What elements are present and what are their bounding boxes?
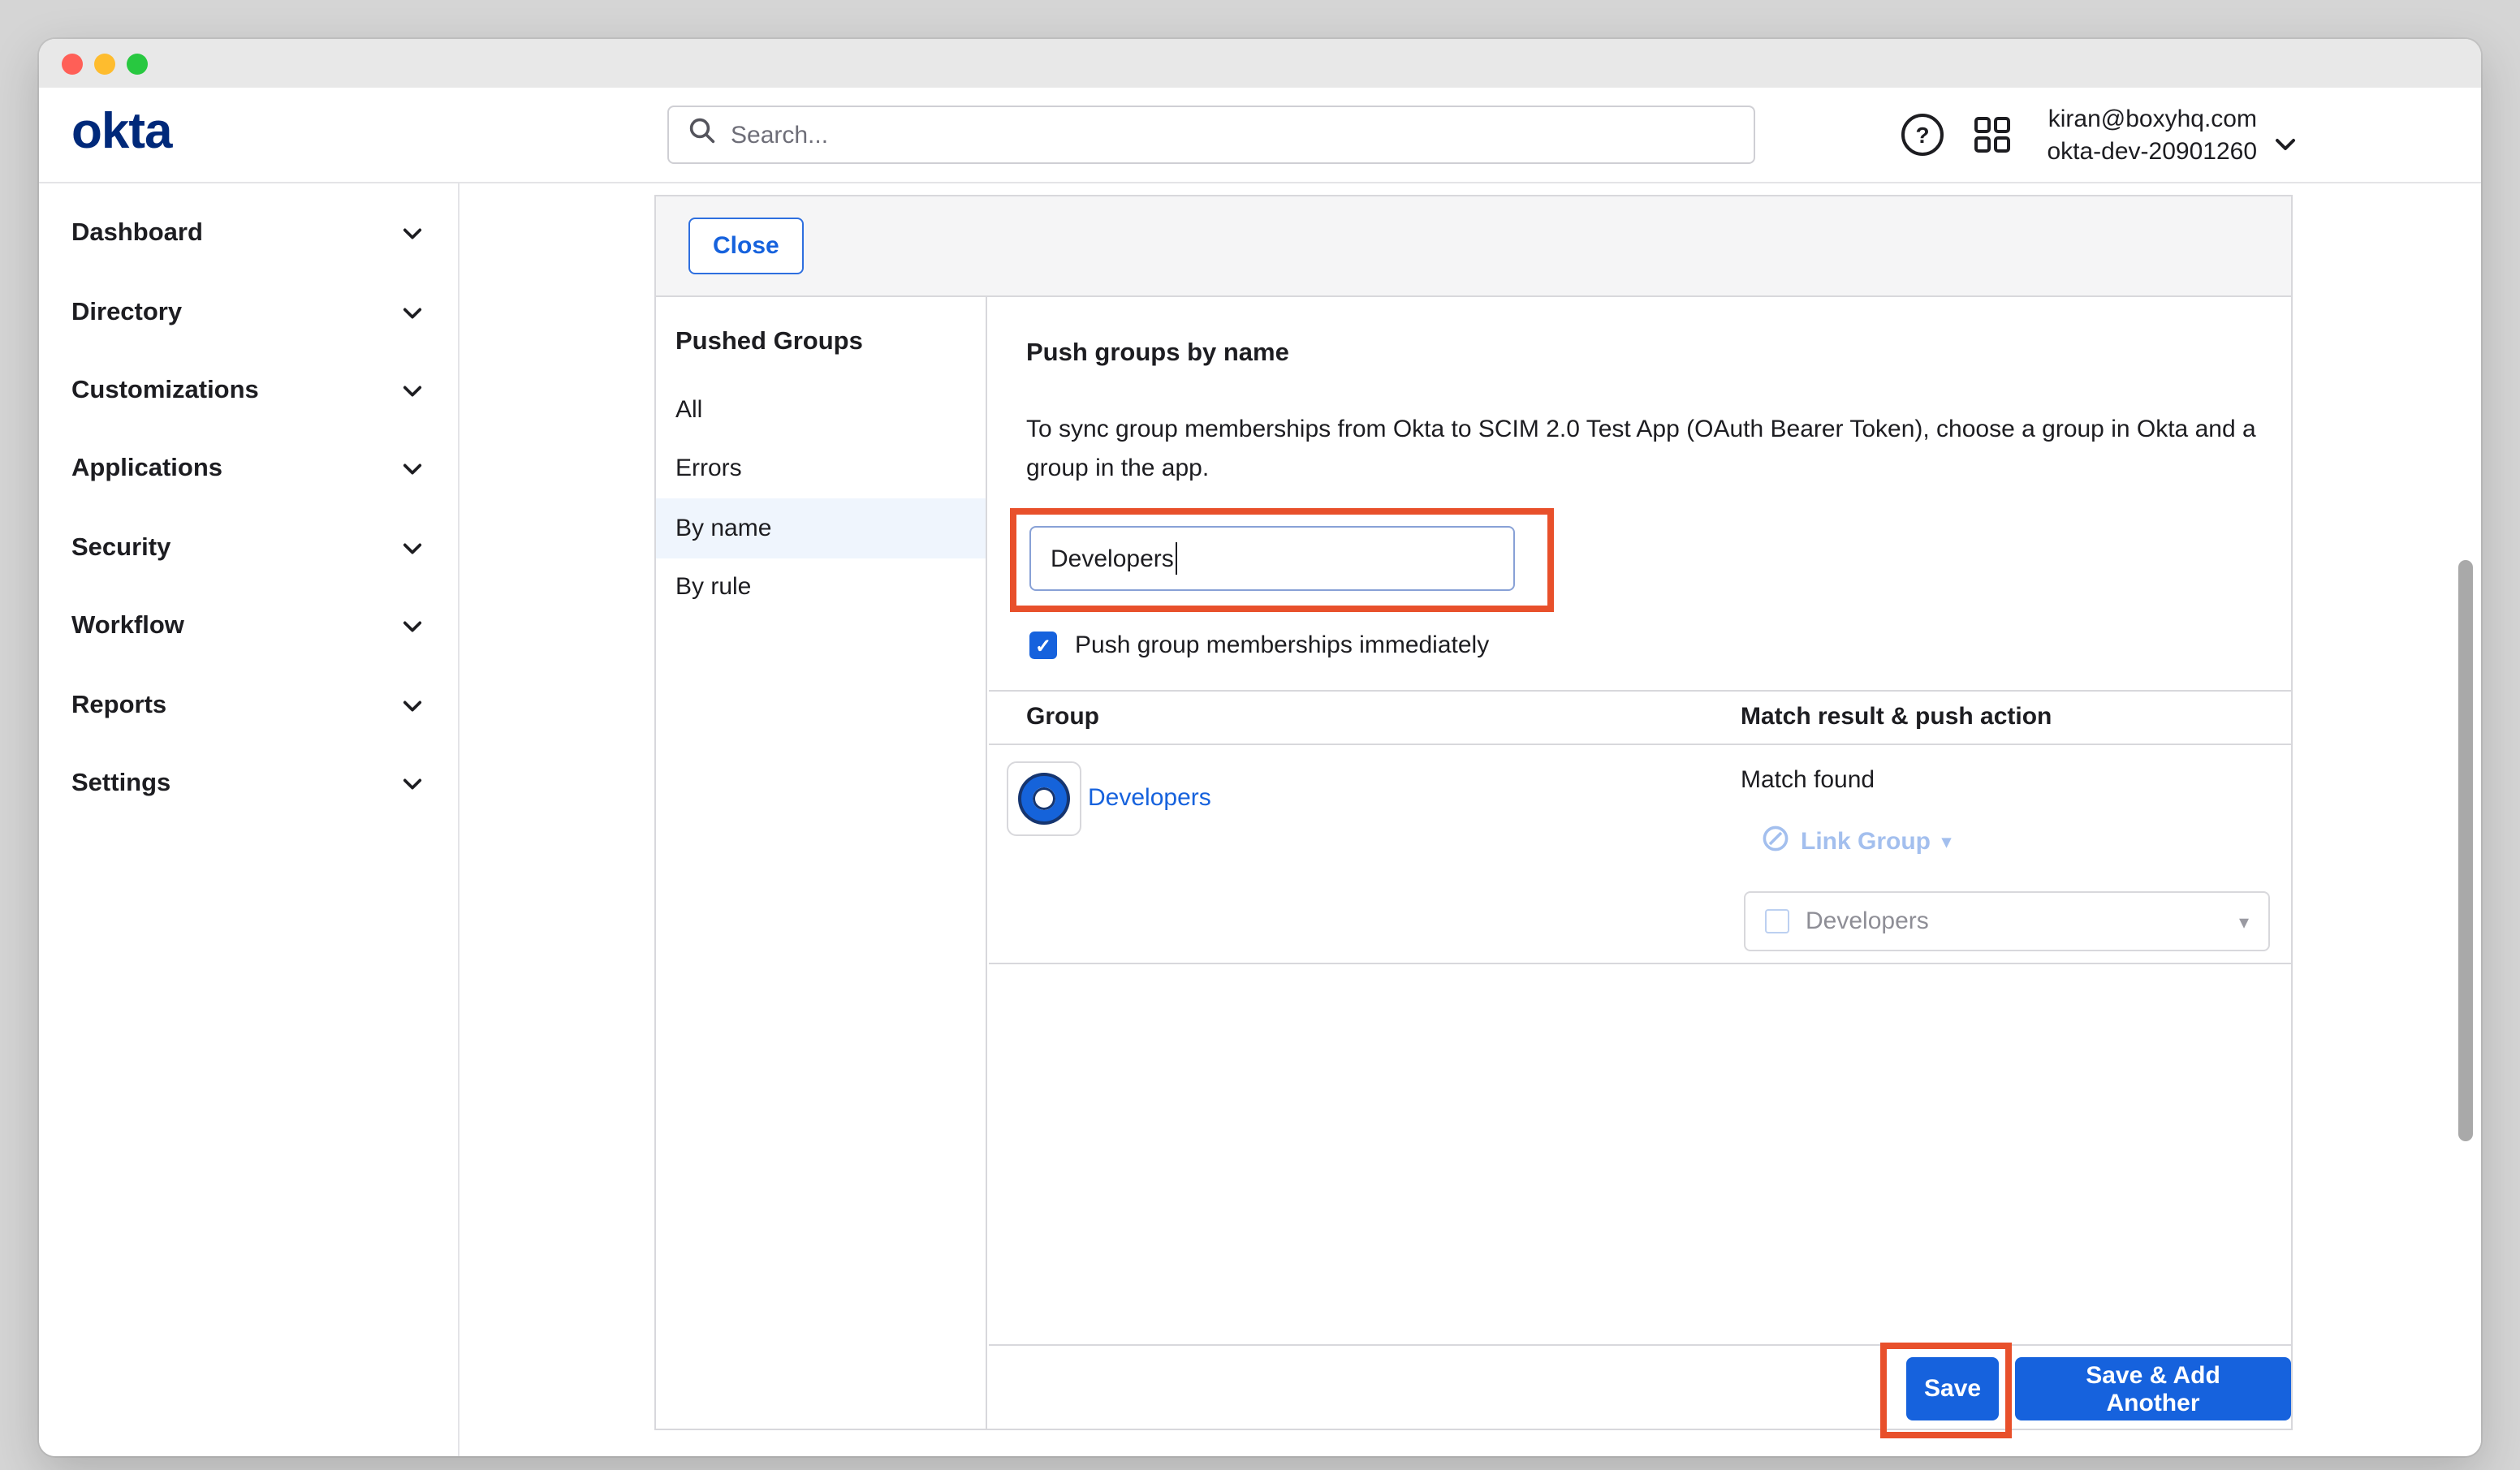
push-groups-dialog: Close Pushed Groups All Errors By name B… <box>654 195 2293 1430</box>
select-checkbox <box>1765 909 1789 933</box>
search-input[interactable] <box>731 121 1734 149</box>
sidebar-item-directory[interactable]: Directory <box>39 274 458 352</box>
push-immediately-label[interactable]: Push group memberships immediately <box>1075 632 1489 659</box>
app-window: okta ? kiran@boxyhq.com okta-dev-2090126… <box>39 39 2481 1456</box>
sidebar-item-label: Directory <box>71 298 182 327</box>
account-menu[interactable]: kiran@boxyhq.com okta-dev-20901260 <box>2047 104 2257 167</box>
column-header-match: Match result & push action <box>1741 703 2052 731</box>
sidebar-item-applications[interactable]: Applications <box>39 430 458 509</box>
chevron-down-icon: ▾ <box>1942 831 1951 852</box>
push-by-name-panel: Push groups by name To sync group member… <box>989 297 2291 1429</box>
group-avatar-icon <box>1021 776 1067 821</box>
table-header: Group Match result & push action <box>989 690 2291 745</box>
column-header-group: Group <box>1026 703 1099 731</box>
row-divider <box>989 963 2291 964</box>
chevron-down-icon <box>403 377 422 406</box>
group-link[interactable]: Developers <box>1088 784 1211 812</box>
check-icon: ✓ <box>1035 634 1051 657</box>
group-name-input-value: Developers <box>1051 545 1174 572</box>
panel-description: To sync group memberships from Okta to S… <box>1026 411 2276 489</box>
push-immediately-checkbox[interactable]: ✓ <box>1029 632 1057 659</box>
window-close-button[interactable] <box>62 53 83 74</box>
group-select[interactable]: Developers ▾ <box>1744 891 2270 951</box>
apps-grid-button[interactable] <box>1973 115 2012 154</box>
apps-grid-icon <box>1973 133 2012 161</box>
sidebar-item-label: Workflow <box>71 612 184 641</box>
subnav-item-errors[interactable]: Errors <box>656 439 986 498</box>
sidebar-item-label: Security <box>71 534 170 563</box>
select-value: Developers <box>1806 907 2223 935</box>
chevron-down-icon <box>403 455 422 485</box>
footer-divider <box>989 1344 2291 1346</box>
group-name-input[interactable]: Developers <box>1029 526 1515 591</box>
text-caret <box>1176 542 1178 575</box>
subnav-item-by-name[interactable]: By name <box>656 498 986 558</box>
window-zoom-button[interactable] <box>127 53 148 74</box>
push-immediately-row: ✓ Push group memberships immediately <box>1029 632 1489 659</box>
vertical-scrollbar-thumb[interactable] <box>2458 560 2473 1141</box>
question-mark-icon: ? <box>1915 122 1929 148</box>
window-minimize-button[interactable] <box>94 53 115 74</box>
sidebar-item-label: Dashboard <box>71 219 203 248</box>
link-group-icon <box>1762 825 1789 859</box>
okta-logo: okta <box>71 102 172 161</box>
close-button[interactable]: Close <box>688 218 804 274</box>
link-group-dropdown[interactable]: Link Group ▾ <box>1762 825 1951 859</box>
save-button[interactable]: Save <box>1906 1357 1999 1420</box>
sidebar-item-label: Reports <box>71 691 166 720</box>
sidebar-item-workflow[interactable]: Workflow <box>39 588 458 666</box>
sidebar-item-customizations[interactable]: Customizations <box>39 352 458 431</box>
chevron-down-icon <box>403 219 422 248</box>
chevron-down-icon <box>403 691 422 720</box>
subnav-item-all[interactable]: All <box>656 380 986 439</box>
app-header: okta ? kiran@boxyhq.com okta-dev-2090126… <box>39 88 2481 183</box>
link-group-label: Link Group <box>1801 828 1931 856</box>
sidebar-item-reports[interactable]: Reports <box>39 666 458 745</box>
desktop-background: okta ? kiran@boxyhq.com okta-dev-2090126… <box>0 0 2520 1470</box>
subnav-list: All Errors By name By rule <box>656 380 986 617</box>
sidebar-item-label: Customizations <box>71 377 259 406</box>
sidebar-item-settings[interactable]: Settings <box>39 744 458 823</box>
sidebar-item-label: Applications <box>71 455 222 485</box>
dialog-toolbar: Close <box>656 196 2291 297</box>
search-bar <box>667 106 1755 164</box>
help-button[interactable]: ? <box>1901 114 1944 156</box>
sidebar-item-label: Settings <box>71 769 170 799</box>
main-content: Close Pushed Groups All Errors By name B… <box>461 183 2481 1456</box>
subnav-title: Pushed Groups <box>675 328 986 357</box>
group-avatar <box>1007 761 1081 836</box>
sidebar: Dashboard Directory Customizations Appli… <box>39 183 460 1456</box>
chevron-down-icon[interactable] <box>2275 130 2296 159</box>
panel-title: Push groups by name <box>1026 339 1289 369</box>
window-titlebar <box>39 39 2481 88</box>
sidebar-item-security[interactable]: Security <box>39 509 458 588</box>
search-icon <box>688 117 716 153</box>
chevron-down-icon <box>403 612 422 641</box>
pushed-groups-subnav: Pushed Groups All Errors By name By rule <box>656 297 987 1429</box>
account-email: kiran@boxyhq.com <box>2047 104 2257 136</box>
sidebar-item-dashboard[interactable]: Dashboard <box>39 195 458 274</box>
match-result-text: Match found <box>1741 766 1875 794</box>
chevron-down-icon <box>403 298 422 327</box>
chevron-down-icon <box>403 769 422 799</box>
subnav-item-by-rule[interactable]: By rule <box>656 558 986 617</box>
chevron-down-icon <box>403 534 422 563</box>
account-org: okta-dev-20901260 <box>2047 136 2257 167</box>
chevron-down-icon: ▾ <box>2239 910 2249 933</box>
save-add-another-button[interactable]: Save & Add Another <box>2015 1357 2291 1420</box>
